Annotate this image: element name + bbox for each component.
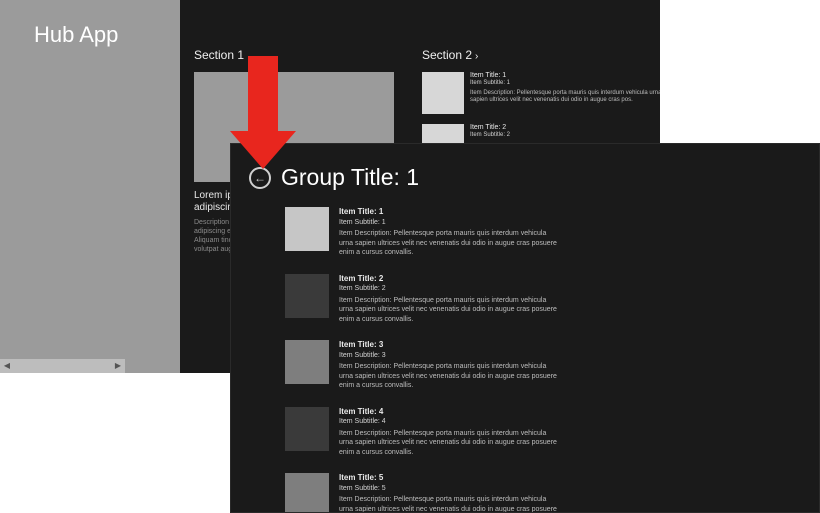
scroll-right-icon[interactable]: ▶ (111, 359, 125, 373)
group-header: ← Group Title: 1 (249, 164, 819, 191)
item-title: Item Title: 1 (470, 72, 660, 80)
item-subtitle: Item Subtitle: 2 (470, 132, 510, 139)
item-thumbnail (285, 340, 329, 384)
item-subtitle: Item Subtitle: 3 (339, 351, 559, 360)
horizontal-scrollbar[interactable]: ◀ ▶ (0, 359, 125, 373)
group-item-list: Item Title: 1 Item Subtitle: 1 Item Desc… (285, 207, 819, 513)
chevron-right-icon: › (475, 51, 478, 62)
item-title: Item Title: 2 (470, 124, 510, 132)
item-subtitle: Item Subtitle: 5 (339, 484, 559, 493)
list-item[interactable]: Item Title: 3 Item Subtitle: 3 Item Desc… (285, 340, 819, 391)
item-thumbnail (285, 274, 329, 318)
item-title: Item Title: 4 (339, 407, 559, 418)
item-description: Item Description: Pellentesque porta mau… (339, 296, 559, 324)
section-2-item[interactable]: Item Title: 1 Item Subtitle: 1 Item Desc… (422, 72, 660, 114)
item-title: Item Title: 2 (339, 274, 559, 285)
item-text: Item Title: 2 Item Subtitle: 2 Item Desc… (339, 274, 559, 325)
item-description: Item Description: Pellentesque porta mau… (470, 90, 660, 104)
item-text: Item Title: 3 Item Subtitle: 3 Item Desc… (339, 340, 559, 391)
list-item[interactable]: Item Title: 5 Item Subtitle: 5 Item Desc… (285, 473, 819, 513)
section-2-title[interactable]: Section 2› (422, 48, 660, 62)
item-thumbnail (285, 207, 329, 251)
scroll-left-icon[interactable]: ◀ (0, 359, 14, 373)
item-text: Item Title: 1 Item Subtitle: 1 Item Desc… (470, 72, 660, 114)
list-item[interactable]: Item Title: 4 Item Subtitle: 4 Item Desc… (285, 407, 819, 458)
item-subtitle: Item Subtitle: 1 (339, 218, 559, 227)
group-title: Group Title: 1 (281, 164, 419, 191)
group-detail-window: ← Group Title: 1 Item Title: 1 Item Subt… (230, 143, 820, 513)
back-arrow-icon: ← (254, 171, 266, 185)
item-subtitle: Item Subtitle: 4 (339, 417, 559, 426)
item-description: Item Description: Pellentesque porta mau… (339, 429, 559, 457)
navigation-arrow-icon (230, 56, 296, 169)
back-button[interactable]: ← (249, 167, 271, 189)
item-text: Item Title: 5 Item Subtitle: 5 Item Desc… (339, 473, 559, 513)
item-title: Item Title: 1 (339, 207, 559, 218)
item-subtitle: Item Subtitle: 1 (470, 80, 660, 87)
section-2-title-text: Section 2 (422, 48, 472, 62)
item-text: Item Title: 4 Item Subtitle: 4 Item Desc… (339, 407, 559, 458)
item-thumbnail (422, 72, 464, 114)
item-subtitle: Item Subtitle: 2 (339, 284, 559, 293)
app-title: Hub App (34, 22, 180, 48)
item-description: Item Description: Pellentesque porta mau… (339, 495, 559, 513)
item-title: Item Title: 3 (339, 340, 559, 351)
list-item[interactable]: Item Title: 1 Item Subtitle: 1 Item Desc… (285, 207, 819, 258)
item-description: Item Description: Pellentesque porta mau… (339, 229, 559, 257)
item-thumbnail (285, 407, 329, 451)
hero-panel: Hub App (0, 0, 180, 373)
item-title: Item Title: 5 (339, 473, 559, 484)
item-thumbnail (285, 473, 329, 513)
item-text: Item Title: 1 Item Subtitle: 1 Item Desc… (339, 207, 559, 258)
item-description: Item Description: Pellentesque porta mau… (339, 362, 559, 390)
list-item[interactable]: Item Title: 2 Item Subtitle: 2 Item Desc… (285, 274, 819, 325)
